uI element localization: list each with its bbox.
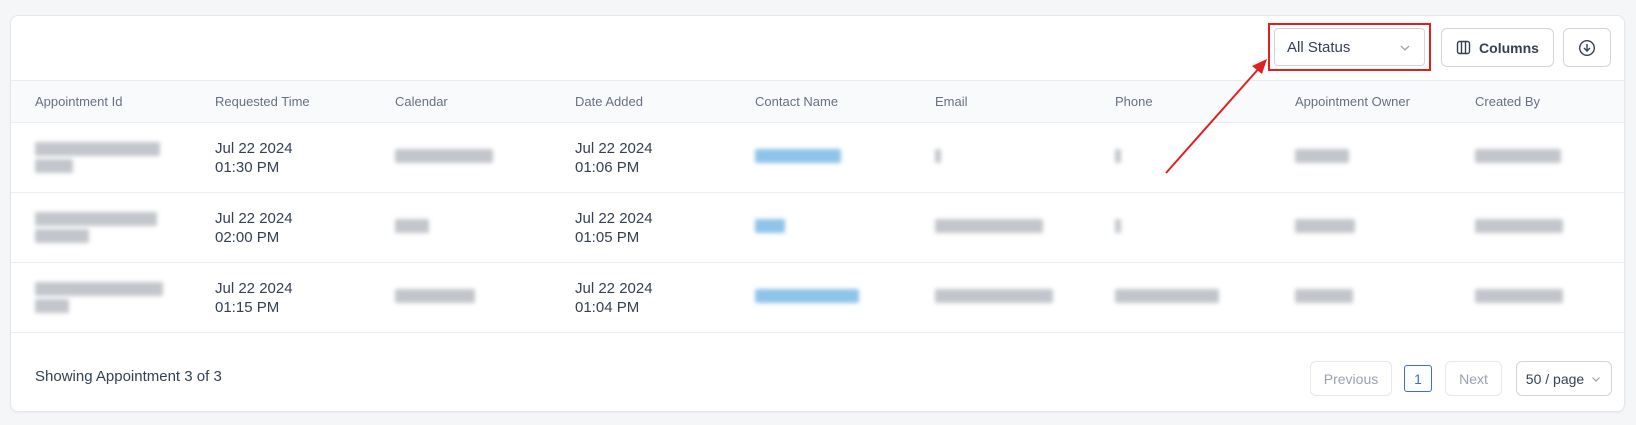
requested-date: Jul 22 2024 bbox=[215, 139, 293, 157]
header-calendar[interactable]: Calendar bbox=[371, 80, 551, 123]
date-added-cell: Jul 22 2024 01:06 PM bbox=[551, 123, 731, 193]
calendar-cell bbox=[371, 193, 551, 263]
added-date: Jul 22 2024 bbox=[575, 209, 653, 227]
table-header-row: Appointment Id Requested Time Calendar D… bbox=[11, 80, 1624, 123]
created-by-cell bbox=[1451, 263, 1624, 333]
appointment-owner-cell bbox=[1271, 193, 1451, 263]
status-filter-select[interactable]: All Status bbox=[1274, 28, 1425, 66]
email-cell bbox=[911, 193, 1091, 263]
contact-name-cell[interactable] bbox=[731, 123, 911, 193]
columns-button-label: Columns bbox=[1479, 39, 1539, 56]
toolbar: All Status Columns bbox=[11, 16, 1624, 80]
chevron-down-icon bbox=[1592, 376, 1601, 382]
requested-date: Jul 22 2024 bbox=[215, 209, 293, 227]
columns-button[interactable]: Columns bbox=[1441, 28, 1554, 67]
appointment-owner-cell bbox=[1271, 123, 1451, 193]
contact-name-cell[interactable] bbox=[731, 263, 911, 333]
requested-time: 01:15 PM bbox=[215, 298, 280, 316]
requested-time: 01:30 PM bbox=[215, 158, 280, 176]
created-by-cell bbox=[1451, 123, 1624, 193]
status-filter-value: All Status bbox=[1287, 38, 1351, 56]
date-added-cell: Jul 22 2024 01:04 PM bbox=[551, 263, 731, 333]
appointment-id-cell bbox=[11, 123, 191, 193]
header-email[interactable]: Email bbox=[911, 80, 1091, 123]
requested-time-cell: Jul 22 2024 01:30 PM bbox=[191, 123, 371, 193]
email-cell bbox=[911, 263, 1091, 333]
header-created-by[interactable]: Created By bbox=[1451, 80, 1624, 123]
table-footer: Showing Appointment 3 of 3 Previous 1 Ne… bbox=[11, 346, 1624, 411]
page-1-button[interactable]: 1 bbox=[1404, 365, 1432, 392]
appointment-owner-cell bbox=[1271, 263, 1451, 333]
header-contact-name[interactable]: Contact Name bbox=[731, 80, 911, 123]
appointments-card: All Status Columns Appointment Id Reques… bbox=[10, 15, 1625, 412]
calendar-cell bbox=[371, 263, 551, 333]
showing-count: Showing Appointment 3 of 3 bbox=[35, 368, 222, 385]
per-page-value: 50 / page bbox=[1525, 370, 1585, 387]
email-cell bbox=[911, 123, 1091, 193]
appointment-id-cell bbox=[11, 263, 191, 333]
phone-cell bbox=[1091, 263, 1271, 333]
header-phone[interactable]: Phone bbox=[1091, 80, 1271, 123]
per-page-select[interactable]: 50 / page bbox=[1516, 361, 1612, 396]
columns-icon bbox=[1456, 40, 1471, 55]
added-date: Jul 22 2024 bbox=[575, 139, 653, 157]
table-row[interactable]: Jul 22 2024 02:00 PM Jul 22 2024 01:05 PM bbox=[11, 193, 1624, 263]
added-time: 01:05 PM bbox=[575, 228, 640, 246]
download-button[interactable] bbox=[1563, 28, 1611, 67]
header-appointment-id[interactable]: Appointment Id bbox=[11, 80, 191, 123]
date-added-cell: Jul 22 2024 01:05 PM bbox=[551, 193, 731, 263]
calendar-cell bbox=[371, 123, 551, 193]
download-icon bbox=[1578, 39, 1596, 56]
requested-time-cell: Jul 22 2024 02:00 PM bbox=[191, 193, 371, 263]
requested-time: 02:00 PM bbox=[215, 228, 280, 246]
added-time: 01:04 PM bbox=[575, 298, 640, 316]
table-row[interactable]: Jul 22 2024 01:15 PM Jul 22 2024 01:04 PM bbox=[11, 263, 1624, 333]
header-appointment-owner[interactable]: Appointment Owner bbox=[1271, 80, 1451, 123]
added-time: 01:06 PM bbox=[575, 158, 640, 176]
requested-time-cell: Jul 22 2024 01:15 PM bbox=[191, 263, 371, 333]
added-date: Jul 22 2024 bbox=[575, 279, 653, 297]
chevron-down-icon bbox=[1400, 45, 1410, 51]
appointment-id-cell bbox=[11, 193, 191, 263]
requested-date: Jul 22 2024 bbox=[215, 279, 293, 297]
created-by-cell bbox=[1451, 193, 1624, 263]
phone-cell bbox=[1091, 123, 1271, 193]
phone-cell bbox=[1091, 193, 1271, 263]
previous-page-button[interactable]: Previous bbox=[1310, 361, 1392, 396]
appointments-table: Appointment Id Requested Time Calendar D… bbox=[11, 80, 1624, 333]
header-date-added[interactable]: Date Added bbox=[551, 80, 731, 123]
next-page-button[interactable]: Next bbox=[1445, 361, 1502, 396]
contact-name-cell[interactable] bbox=[731, 193, 911, 263]
table-row[interactable]: Jul 22 2024 01:30 PM Jul 22 2024 01:06 PM bbox=[11, 123, 1624, 193]
header-requested-time[interactable]: Requested Time bbox=[191, 80, 371, 123]
